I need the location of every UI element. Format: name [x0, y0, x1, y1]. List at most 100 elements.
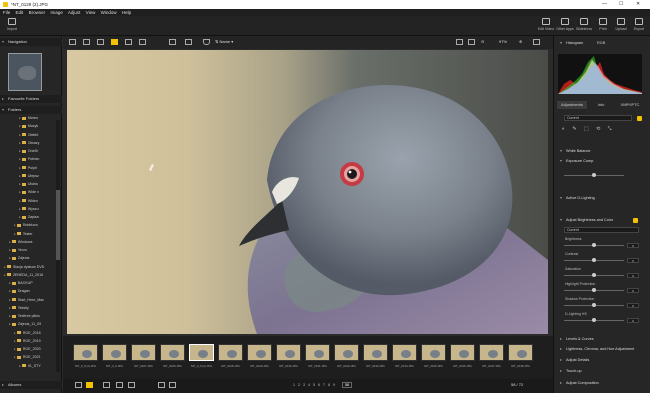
expand-arrow-icon[interactable]: ▸ [9, 281, 11, 285]
folder-item[interactable]: ▸ Obrazy [19, 141, 39, 147]
menu-image[interactable]: Image [50, 10, 63, 15]
folder-item[interactable]: ▸ Tekstly [9, 306, 29, 312]
filmstrip-thumbnail[interactable] [421, 344, 446, 361]
page-number[interactable]: 2 [298, 383, 300, 387]
slideshow-button[interactable]: Slideshow [574, 18, 594, 31]
page-number[interactable]: 3 [303, 383, 305, 387]
brightness-color-checkbox[interactable] [633, 218, 638, 223]
menu-browser[interactable]: Browser [29, 10, 46, 15]
adjust-slider[interactable] [564, 258, 624, 262]
expand-arrow-icon[interactable]: ▸ [19, 174, 21, 178]
folder-item[interactable]: ▸ Wide v [19, 190, 39, 196]
folder-item[interactable]: ▸ ROE_2021 [14, 355, 41, 361]
fit-screen-icon[interactable] [169, 39, 176, 45]
filmstrip-thumbnail[interactable] [276, 344, 301, 361]
expand-arrow-icon[interactable]: ▸ [14, 347, 16, 351]
prev-page-icon[interactable] [158, 382, 165, 388]
folder-item[interactable]: ▸ BACKUP [9, 281, 33, 287]
expand-arrow-icon[interactable]: ▸ [9, 322, 11, 326]
adjust-details-section[interactable]: Adjust Details [560, 357, 642, 364]
expand-arrow-icon[interactable]: ▸ [14, 339, 16, 343]
folder-item[interactable]: ▸ ROE_2018 [14, 331, 41, 337]
main-image-viewer[interactable] [67, 50, 548, 334]
expand-arrow-icon[interactable]: ▸ [9, 256, 11, 260]
expand-arrow-icon[interactable]: ▸ [4, 273, 6, 277]
expand-arrow-icon[interactable]: ▸ [14, 223, 16, 227]
expand-arrow-icon[interactable]: ▸ [19, 166, 21, 170]
navigation-header[interactable]: Navigation [0, 38, 62, 46]
expand-arrow-icon[interactable]: ▸ [9, 306, 11, 310]
exposure-slider[interactable] [564, 173, 624, 177]
preset-dropdown[interactable]: Current [564, 115, 632, 121]
white-balance-section[interactable]: White Balance [560, 148, 642, 155]
grid-overlay-icon[interactable] [533, 39, 540, 45]
page-number[interactable]: 1 [293, 383, 295, 387]
expand-arrow-icon[interactable]: ▸ [19, 199, 21, 203]
slider-knob[interactable] [592, 288, 596, 292]
viewer-mode-icon[interactable] [111, 39, 118, 45]
next-page-icon[interactable] [169, 382, 176, 388]
slider-value[interactable]: 0 [627, 243, 639, 248]
filmstrip-thumbnail[interactable] [102, 344, 127, 361]
list-view-icon[interactable] [83, 39, 90, 45]
folder-item[interactable]: ▸ Windows [9, 240, 32, 246]
slider-value[interactable]: 0 [627, 318, 639, 323]
filmstrip-thumbnail[interactable] [334, 344, 359, 361]
histogram-toggle-icon[interactable] [116, 382, 123, 388]
folder-item[interactable]: ▸ 01_STY [19, 364, 41, 370]
close-button[interactable]: ✕ [636, 0, 640, 9]
expand-arrow-icon[interactable]: ▸ [19, 215, 21, 219]
folder-item[interactable]: ▸ Stacja dyskow DVD [4, 265, 44, 271]
page-number[interactable]: 5 [313, 383, 315, 387]
albums-header[interactable]: Albums [0, 381, 62, 389]
slider-knob[interactable] [592, 273, 596, 277]
expand-arrow-icon[interactable]: ▸ [9, 240, 11, 244]
tab-adjustments[interactable]: Adjustments [557, 101, 587, 109]
folder-item[interactable]: ▸ Zdjecia_11_09 [9, 322, 41, 328]
expand-arrow-icon[interactable]: ▸ [14, 331, 16, 335]
folder-item[interactable]: ▸ ZENEDA_11_2016 [4, 273, 43, 279]
folder-item[interactable]: ▸ Pobran [19, 157, 39, 163]
brightness-preset-dropdown[interactable]: Current [564, 227, 639, 233]
folder-item[interactable]: ▸ Wyszu [19, 207, 39, 213]
maximize-button[interactable]: ☐ [619, 0, 623, 9]
adjust-slider[interactable] [564, 288, 624, 292]
expand-arrow-icon[interactable]: ▸ [19, 133, 21, 137]
slider-knob[interactable] [592, 258, 596, 262]
menu-window[interactable]: Window [101, 10, 117, 15]
histogram-channel[interactable]: RGB [597, 41, 605, 45]
navigation-preview[interactable] [8, 53, 42, 91]
edit-video-button[interactable]: Edit Video [536, 18, 556, 31]
expand-arrow-icon[interactable]: ▸ [19, 157, 21, 161]
folder-item[interactable]: ▸ ROE_2019 [14, 339, 41, 345]
thumbnail-size-icon[interactable] [75, 382, 82, 388]
expand-arrow-icon[interactable]: ▸ [19, 141, 21, 145]
full-screen-icon[interactable] [185, 39, 192, 45]
brightness-color-section[interactable]: Adjust Brightness and Color [560, 217, 642, 224]
folder-item[interactable]: ▸ Tester [14, 232, 33, 238]
menu-edit[interactable]: Edit [16, 10, 24, 15]
folder-item[interactable]: ▸ Ulubio [19, 182, 38, 188]
filmstrip-thumbnail[interactable] [305, 344, 330, 361]
slider-value[interactable]: 0 [627, 258, 639, 263]
touchup-section[interactable]: Touch-up [560, 368, 642, 375]
label-filter-icon[interactable] [86, 382, 93, 388]
expand-arrow-icon[interactable]: ▸ [19, 116, 21, 120]
expand-arrow-icon[interactable]: ▸ [14, 355, 16, 359]
adjust-slider[interactable] [564, 273, 624, 277]
tab-info[interactable]: Info [588, 101, 614, 109]
page-number[interactable]: 7 [323, 383, 325, 387]
adjust-tool-icons[interactable]: ◐ ✎ ⬚ ⟲ ⤡ [562, 126, 642, 134]
folder-item[interactable]: ▸ Muzyk [19, 124, 38, 130]
warning-icon[interactable] [128, 382, 135, 388]
folder-item[interactable]: ▸ OneDr [19, 149, 38, 155]
filmstrip-thumbnail[interactable] [160, 344, 185, 361]
filmstrip-thumbnail[interactable] [247, 344, 272, 361]
print-button[interactable]: Print [593, 18, 613, 31]
adjust-slider[interactable] [564, 303, 624, 307]
filmstrip-thumbnail[interactable] [450, 344, 475, 361]
folder-scrollbar[interactable] [56, 120, 60, 372]
folders-header[interactable]: Folders [0, 106, 62, 114]
tab-xmp-iptc[interactable]: XMP/IPTC [615, 101, 645, 109]
menu-file[interactable]: File [3, 10, 10, 15]
